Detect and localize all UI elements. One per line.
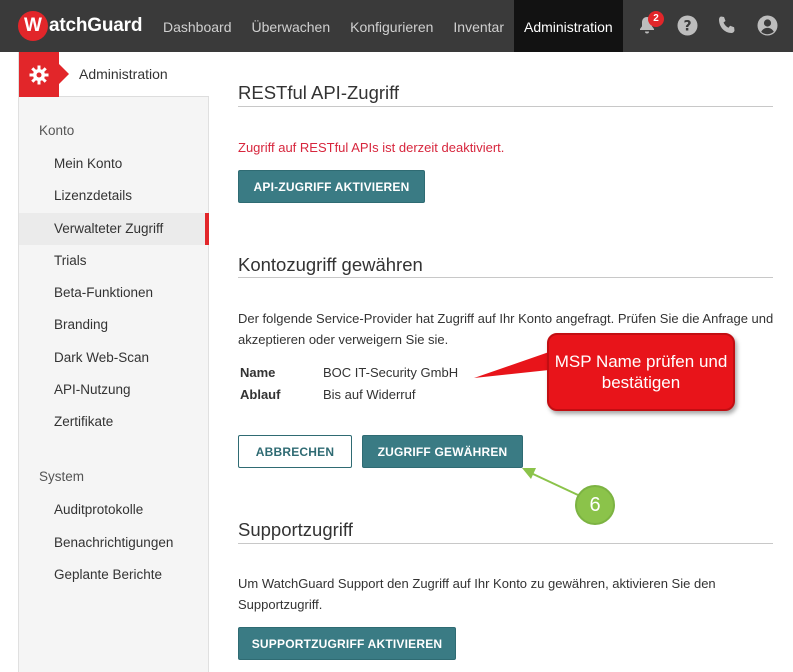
step-number-badge: 6: [575, 485, 615, 525]
msp-name-callout: MSP Name prüfen und bestätigen: [547, 333, 735, 411]
step-arrow-line: [532, 473, 579, 496]
callout-pointer: [474, 352, 549, 378]
